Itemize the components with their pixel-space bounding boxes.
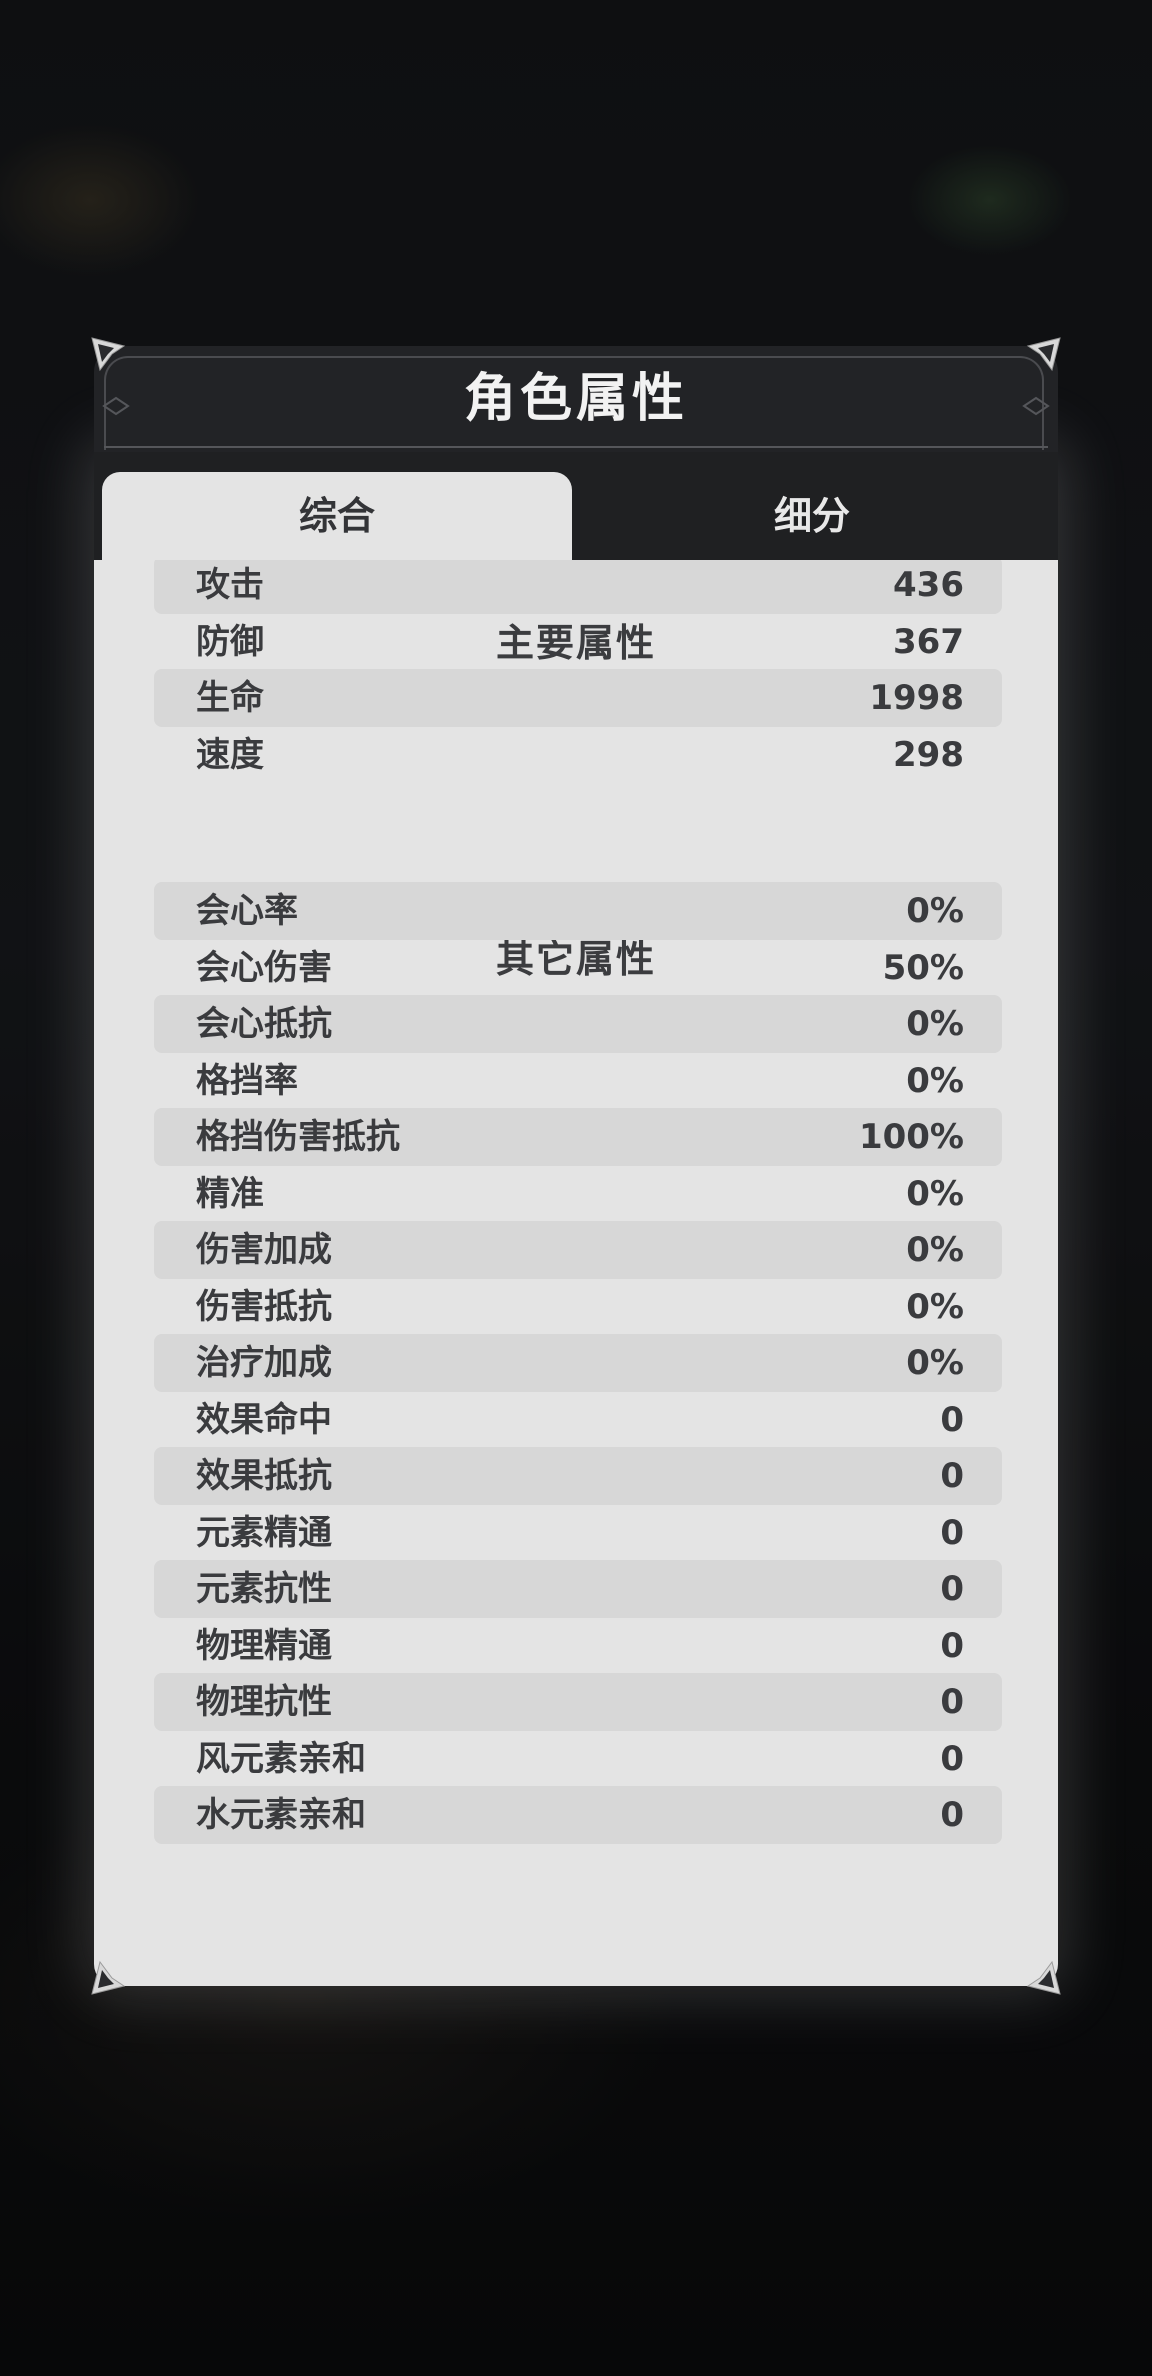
stat-row: 生命 1998 [154, 669, 1002, 727]
stat-row: 会心伤害 50% [154, 939, 1002, 997]
stat-value: 367 [893, 621, 964, 662]
stat-label: 格挡率 [196, 1060, 298, 1101]
stat-label: 攻击 [196, 565, 264, 605]
stat-label: 水元素亲和 [196, 1795, 366, 1835]
stat-label: 效果命中 [196, 1399, 332, 1440]
stat-label: 生命 [196, 678, 264, 718]
stat-value: 0 [940, 1399, 964, 1440]
stat-value: 0 [940, 1456, 964, 1496]
stat-row: 物理抗性 0 [154, 1673, 1002, 1731]
header-divider [104, 446, 1048, 448]
stat-value: 0% [906, 1004, 964, 1044]
stat-value: 436 [893, 565, 964, 605]
stat-value: 0% [906, 1060, 964, 1101]
stat-label: 元素抗性 [196, 1569, 332, 1609]
stat-label: 伤害加成 [196, 1230, 332, 1270]
stat-row: 效果命中 0 [154, 1391, 1002, 1449]
stat-value: 0% [906, 1173, 964, 1214]
stat-row: 风元素亲和 0 [154, 1730, 1002, 1788]
corner-ornament-icon [91, 1960, 126, 1995]
stat-value: 1998 [869, 678, 964, 718]
panel-header: 角色属性 [94, 346, 1058, 452]
stat-value: 0 [940, 1738, 964, 1779]
tab-bar: 综合 细分 [94, 452, 1058, 560]
stat-value: 0% [906, 891, 964, 931]
stat-label: 治疗加成 [196, 1343, 332, 1383]
stats-content[interactable]: 主要属性 攻击 436 防御 367 生命 1998 速度 298 其它属性 会心率 0% 会心伤… [94, 560, 1058, 1986]
stat-value: 0% [906, 1230, 964, 1270]
stat-value: 298 [893, 734, 964, 775]
stat-value: 0% [906, 1286, 964, 1327]
stat-label: 速度 [196, 734, 264, 775]
character-stats-panel: 角色属性 综合 细分 主要属性 攻击 436 防御 367 生命 1998 速度 298 其它… [91, 337, 1061, 1995]
panel-title: 角色属性 [463, 369, 688, 429]
stat-value: 0 [940, 1682, 964, 1722]
stat-row: 水元素亲和 0 [154, 1786, 1002, 1844]
stat-value: 50% [882, 947, 964, 988]
stat-value: 0 [940, 1512, 964, 1553]
stat-label: 格挡伤害抵抗 [196, 1117, 400, 1157]
stat-row: 攻击 436 [154, 560, 1002, 614]
stat-row: 伤害抵抗 0% [154, 1278, 1002, 1336]
tab-details[interactable]: 细分 [574, 472, 1050, 560]
corner-ornament-icon [91, 337, 126, 372]
stat-row: 元素抗性 0 [154, 1560, 1002, 1618]
stat-label: 伤害抵抗 [196, 1286, 332, 1327]
stat-label: 会心率 [196, 891, 298, 931]
stat-row: 精准 0% [154, 1165, 1002, 1223]
stat-row: 治疗加成 0% [154, 1334, 1002, 1392]
stat-row: 效果抵抗 0 [154, 1447, 1002, 1505]
tab-overview[interactable]: 综合 [102, 472, 572, 560]
stat-label: 元素精通 [196, 1512, 332, 1553]
stat-value: 100% [858, 1117, 964, 1157]
stat-label: 会心伤害 [196, 947, 332, 988]
stat-row: 格挡伤害抵抗 100% [154, 1108, 1002, 1166]
stat-row: 伤害加成 0% [154, 1221, 1002, 1279]
stat-label: 效果抵抗 [196, 1456, 332, 1496]
stat-row: 会心抵抗 0% [154, 995, 1002, 1053]
stat-value: 0 [940, 1625, 964, 1666]
stat-label: 物理抗性 [196, 1682, 332, 1722]
stat-row: 速度 298 [154, 726, 1002, 784]
stat-row: 物理精通 0 [154, 1617, 1002, 1675]
stat-label: 会心抵抗 [196, 1004, 332, 1044]
stat-value: 0 [940, 1795, 964, 1835]
stat-label: 风元素亲和 [196, 1738, 366, 1779]
stat-row: 格挡率 0% [154, 1052, 1002, 1110]
stat-row: 元素精通 0 [154, 1504, 1002, 1562]
corner-ornament-icon [1026, 1960, 1061, 1995]
stat-label: 防御 [196, 621, 264, 662]
stat-value: 0% [906, 1343, 964, 1383]
stat-row: 防御 367 [154, 613, 1002, 671]
stat-row: 会心率 0% [154, 882, 1002, 940]
stat-label: 物理精通 [196, 1625, 332, 1666]
scroll-fade [94, 1956, 1058, 1986]
stat-value: 0 [940, 1569, 964, 1609]
stat-label: 精准 [196, 1173, 264, 1214]
corner-ornament-icon [1026, 337, 1061, 372]
